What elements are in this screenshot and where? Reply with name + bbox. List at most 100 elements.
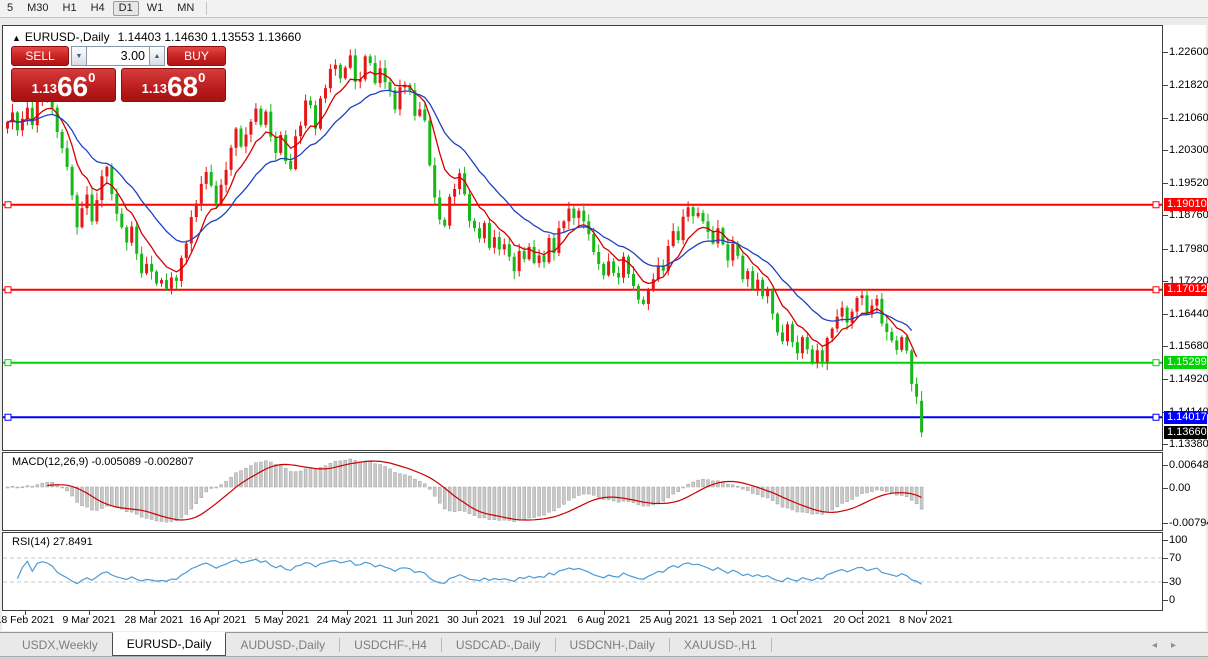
macd-histogram-bar xyxy=(622,487,625,501)
tf-button-5[interactable]: 5 xyxy=(1,1,19,16)
candle-body xyxy=(920,401,923,433)
tab-usdcad-daily[interactable]: USDCAD-,Daily xyxy=(442,633,555,656)
tab-separator xyxy=(771,638,772,652)
tf-button-m30[interactable]: M30 xyxy=(21,1,54,16)
tab-eurusd-daily[interactable]: EURUSD-,Daily xyxy=(112,632,227,656)
candle-body xyxy=(627,257,630,274)
tf-button-h4[interactable]: H4 xyxy=(85,1,111,16)
tab-audusd-daily[interactable]: AUDUSD-,Daily xyxy=(226,633,339,656)
tab-usdcnh-daily[interactable]: USDCNH-,Daily xyxy=(556,633,669,656)
candle-body xyxy=(612,261,615,273)
macd-histogram-bar xyxy=(195,487,198,504)
bid-price[interactable]: 1.13660 xyxy=(11,68,116,102)
macd-histogram-bar xyxy=(180,487,183,518)
tf-button-h1[interactable]: H1 xyxy=(57,1,83,16)
candle-body xyxy=(875,299,878,306)
ask-price[interactable]: 1.13680 xyxy=(121,68,226,102)
tf-button-d1[interactable]: D1 xyxy=(113,1,139,16)
collapse-panel-icon[interactable]: ▲ xyxy=(12,33,21,43)
buy-button[interactable]: BUY xyxy=(167,46,226,66)
macd-histogram-bar xyxy=(299,471,302,487)
macd-histogram-bar xyxy=(418,481,421,487)
candle-body xyxy=(796,342,799,353)
candle-body xyxy=(225,170,228,185)
candle-body xyxy=(582,211,585,222)
macd-histogram-bar xyxy=(413,479,416,487)
date-label: 8 Nov 2021 xyxy=(899,614,953,626)
candle-body xyxy=(259,109,262,125)
tab-xauusd-h1[interactable]: XAUUSD-,H1 xyxy=(670,633,771,656)
volume-increase-button[interactable]: ▲ xyxy=(149,46,165,66)
hline-handle[interactable] xyxy=(1153,287,1159,293)
axis-tick xyxy=(1163,215,1168,216)
candle-body xyxy=(488,223,491,248)
axis-tick xyxy=(1163,540,1168,541)
candle-body xyxy=(86,195,89,209)
hline-handle[interactable] xyxy=(5,414,11,420)
macd-histogram-bar xyxy=(682,487,685,488)
macd-histogram-bar xyxy=(384,466,387,487)
macd-histogram-bar xyxy=(130,487,133,512)
macd-histogram-bar xyxy=(473,487,476,516)
hline-handle[interactable] xyxy=(1153,414,1159,420)
axis-tick xyxy=(1163,465,1168,466)
candle-body xyxy=(324,88,327,98)
candle-body xyxy=(503,244,506,249)
macd-histogram-bar xyxy=(553,487,556,511)
macd-histogram-bar xyxy=(339,461,342,487)
axis-tick xyxy=(1163,444,1168,445)
candle-body xyxy=(746,271,749,279)
candle-body xyxy=(726,244,729,260)
hline-handle[interactable] xyxy=(1153,360,1159,366)
tf-button-mn[interactable]: MN xyxy=(171,1,200,16)
current-price-tag: 1.13660 xyxy=(1164,426,1207,439)
sell-button[interactable]: SELL xyxy=(11,46,69,66)
tab-usdx-weekly[interactable]: USDX,Weekly xyxy=(8,633,112,656)
candle-body xyxy=(687,207,690,216)
macd-histogram-bar xyxy=(592,487,595,495)
volume-decrease-button[interactable]: ▼ xyxy=(71,46,87,66)
tf-button-w1[interactable]: W1 xyxy=(141,1,170,16)
candle-body xyxy=(652,279,655,290)
candle-body xyxy=(155,272,158,284)
macd-histogram-bar xyxy=(508,487,511,521)
hline-handle[interactable] xyxy=(1153,202,1159,208)
volume-input[interactable] xyxy=(87,46,149,66)
price-tick-label: 1.20300 xyxy=(1169,144,1208,156)
candle-body xyxy=(66,148,69,167)
date-label: 9 Mar 2021 xyxy=(62,614,115,626)
hline-handle[interactable] xyxy=(5,202,11,208)
rsi-canvas[interactable] xyxy=(3,533,1162,610)
macd-histogram-bar xyxy=(41,483,44,487)
macd-histogram-bar xyxy=(667,487,670,498)
date-label: 5 May 2021 xyxy=(255,614,310,626)
macd-histogram-bar xyxy=(408,476,411,487)
candle-body xyxy=(319,98,322,128)
candle-body xyxy=(478,228,481,238)
candle-body xyxy=(518,251,521,271)
price-tag-1.14017: 1.14017 xyxy=(1164,411,1207,424)
candle-body xyxy=(26,108,29,119)
date-label: 16 Apr 2021 xyxy=(190,614,247,626)
price-tick-label: 1.15680 xyxy=(1169,340,1208,352)
tab-usdchf-h4[interactable]: USDCHF-,H4 xyxy=(340,633,441,656)
macd-histogram-bar xyxy=(831,487,834,510)
macd-histogram-bar xyxy=(423,484,426,487)
macd-histogram-bar xyxy=(140,487,143,517)
candle-body xyxy=(811,349,814,362)
axis-tick xyxy=(1163,346,1168,347)
macd-histogram-bar xyxy=(567,487,570,500)
axis-tick xyxy=(1163,52,1168,53)
tab-scroll-left-icon[interactable]: ◂ xyxy=(1152,640,1157,651)
macd-histogram-bar xyxy=(577,487,580,495)
macd-histogram-bar xyxy=(309,468,312,488)
candle-body xyxy=(120,214,123,228)
candle-body xyxy=(443,220,446,226)
macd-histogram-bar xyxy=(657,487,660,503)
price-tick-label: 1.16440 xyxy=(1169,308,1208,320)
hline-handle[interactable] xyxy=(5,287,11,293)
candle-body xyxy=(771,290,774,314)
candle-body xyxy=(821,350,824,362)
hline-handle[interactable] xyxy=(5,360,11,366)
tab-scroll-right-icon[interactable]: ▸ xyxy=(1171,640,1176,651)
